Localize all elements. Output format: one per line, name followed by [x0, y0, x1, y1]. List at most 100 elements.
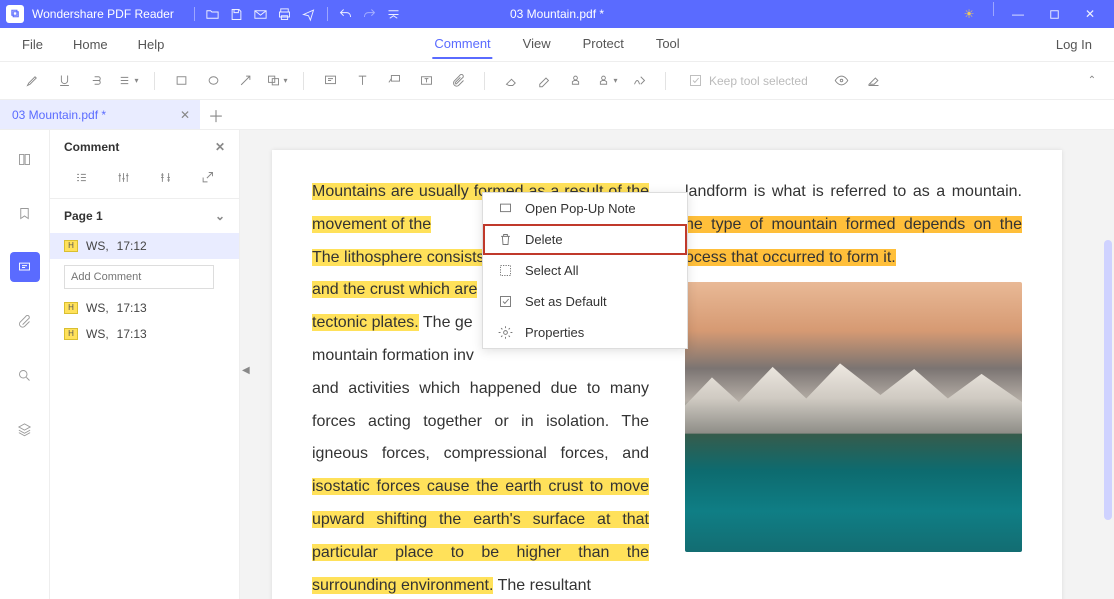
comment-note-item[interactable]: H WS, 17:13 — [50, 321, 239, 347]
dropdown-icon[interactable] — [382, 2, 406, 26]
highlight-span[interactable]: isostatic forces cause the earth crust t… — [312, 478, 649, 593]
gear-icon — [497, 325, 513, 340]
menu-bar: File Home Help Comment View Protect Tool… — [0, 28, 1114, 62]
rail-comment-icon[interactable] — [10, 252, 40, 282]
ctx-delete[interactable]: Delete — [483, 224, 687, 255]
rail-thumbnails-icon[interactable] — [10, 144, 40, 174]
panel-export-icon[interactable] — [200, 170, 215, 188]
ctx-label: Properties — [525, 325, 584, 340]
keep-tool-label: Keep tool selected — [709, 74, 808, 88]
close-panel-icon[interactable]: ✕ — [215, 140, 225, 154]
theme-icon[interactable]: ☀ — [951, 2, 987, 26]
minimize-icon[interactable]: ― — [1000, 2, 1036, 26]
panel-list-icon[interactable] — [74, 170, 89, 188]
menu-view[interactable]: View — [521, 30, 553, 59]
app-logo-icon: ⧉ — [6, 5, 24, 23]
comment-panel: Comment ✕ Page 1 ⌄ H WS, 17:12 H WS, 17:… — [50, 130, 240, 599]
note-icon — [497, 201, 513, 216]
eraser2-icon[interactable] — [529, 67, 557, 95]
save-icon[interactable] — [225, 2, 249, 26]
eye-icon[interactable] — [828, 67, 856, 95]
highlight-badge-icon: H — [64, 328, 78, 340]
ctx-select-all[interactable]: Select All — [483, 255, 687, 286]
redo-icon[interactable] — [358, 2, 382, 26]
menu-file[interactable]: File — [20, 31, 45, 58]
add-comment-input[interactable] — [64, 265, 214, 289]
undo-icon[interactable] — [334, 2, 358, 26]
highlight-span[interactable]: he type of mountain formed depends on th… — [685, 216, 1022, 233]
sign-icon[interactable] — [625, 67, 653, 95]
title-bar: ⧉ Wondershare PDF Reader 03 Mountain.pdf… — [0, 0, 1114, 28]
underline-icon[interactable] — [50, 67, 78, 95]
highlight-badge-icon: H — [64, 240, 78, 252]
mail-icon[interactable] — [249, 2, 273, 26]
rail-search-icon[interactable] — [10, 360, 40, 390]
close-tab-icon[interactable]: ✕ — [180, 108, 190, 122]
collapse-toolbar-icon[interactable]: ⌃ — [1078, 67, 1106, 95]
rail-layers-icon[interactable] — [10, 414, 40, 444]
close-window-icon[interactable]: ✕ — [1072, 2, 1108, 26]
callout-icon[interactable] — [380, 67, 408, 95]
trash-icon — [497, 232, 513, 247]
collapse-panel-icon[interactable]: ◀ — [242, 365, 250, 376]
highlight-span[interactable]: ocess that occurred to form it. — [685, 249, 896, 266]
body-text: and activities which happened due to man… — [312, 380, 649, 463]
print-icon[interactable] — [273, 2, 297, 26]
strikethrough-icon[interactable] — [82, 67, 110, 95]
textbox-icon[interactable] — [412, 67, 440, 95]
ctx-open-popup-note[interactable]: Open Pop-Up Note — [483, 193, 687, 224]
highlight-span[interactable]: tectonic plates. — [312, 314, 419, 331]
ctx-properties[interactable]: Properties — [483, 317, 687, 348]
highlight-badge-icon: H — [64, 302, 78, 314]
erase-all-icon[interactable] — [860, 67, 888, 95]
rail-bookmark-icon[interactable] — [10, 198, 40, 228]
stamp-dropdown-icon[interactable]: ▾ — [593, 67, 621, 95]
check-icon — [497, 294, 513, 309]
menu-comment[interactable]: Comment — [432, 30, 492, 59]
highlight-span[interactable]: The lithosphere consists — [312, 249, 485, 266]
menu-home[interactable]: Home — [71, 31, 110, 58]
context-menu: Open Pop-Up Note Delete Select All Set a… — [482, 192, 688, 349]
login-link[interactable]: Log In — [1054, 31, 1094, 58]
note-icon[interactable] — [316, 67, 344, 95]
share-icon[interactable] — [297, 2, 321, 26]
shape-dropdown-icon[interactable]: ▾ — [263, 67, 291, 95]
mountain-photo — [685, 282, 1022, 552]
panel-filter-icon[interactable] — [116, 170, 131, 188]
attachment-icon[interactable] — [444, 67, 472, 95]
oval-icon[interactable] — [199, 67, 227, 95]
note-time: 17:12 — [117, 239, 147, 253]
ctx-set-default[interactable]: Set as Default — [483, 286, 687, 317]
keep-tool-checkbox[interactable]: Keep tool selected — [688, 73, 808, 88]
list-icon[interactable]: ▾ — [114, 67, 142, 95]
menu-protect[interactable]: Protect — [581, 30, 626, 59]
body-text: The ge — [419, 314, 473, 331]
page-collapse-icon[interactable]: ⌄ — [215, 209, 225, 223]
comment-note-item[interactable]: H WS, 17:13 — [50, 295, 239, 321]
maximize-icon[interactable] — [1036, 2, 1072, 26]
scrollbar[interactable] — [1104, 240, 1112, 520]
text-icon[interactable] — [348, 67, 376, 95]
menu-help[interactable]: Help — [136, 31, 167, 58]
rectangle-icon[interactable] — [167, 67, 195, 95]
eraser1-icon[interactable] — [497, 67, 525, 95]
comment-note-item[interactable]: H WS, 17:12 — [50, 233, 239, 259]
menu-tool[interactable]: Tool — [654, 30, 682, 59]
arrow-icon[interactable] — [231, 67, 259, 95]
page-label: Page 1 — [64, 209, 103, 223]
select-all-icon — [497, 263, 513, 278]
document-title: 03 Mountain.pdf * — [510, 7, 604, 21]
rail-attachment-icon[interactable] — [10, 306, 40, 336]
ctx-label: Delete — [525, 232, 563, 247]
add-tab-icon[interactable]: ＋ — [204, 103, 228, 127]
stamp-icon[interactable] — [561, 67, 589, 95]
note-author: WS, — [86, 327, 109, 341]
highlight-pen-icon[interactable] — [18, 67, 46, 95]
highlight-span[interactable]: and the crust which are — [312, 281, 477, 298]
note-time: 17:13 — [117, 301, 147, 315]
note-time: 17:13 — [117, 327, 147, 341]
open-folder-icon[interactable] — [201, 2, 225, 26]
document-tab-strip: 03 Mountain.pdf * ✕ ＋ — [0, 100, 1114, 130]
document-tab[interactable]: 03 Mountain.pdf * ✕ — [0, 100, 200, 129]
panel-sort-icon[interactable] — [158, 170, 173, 188]
